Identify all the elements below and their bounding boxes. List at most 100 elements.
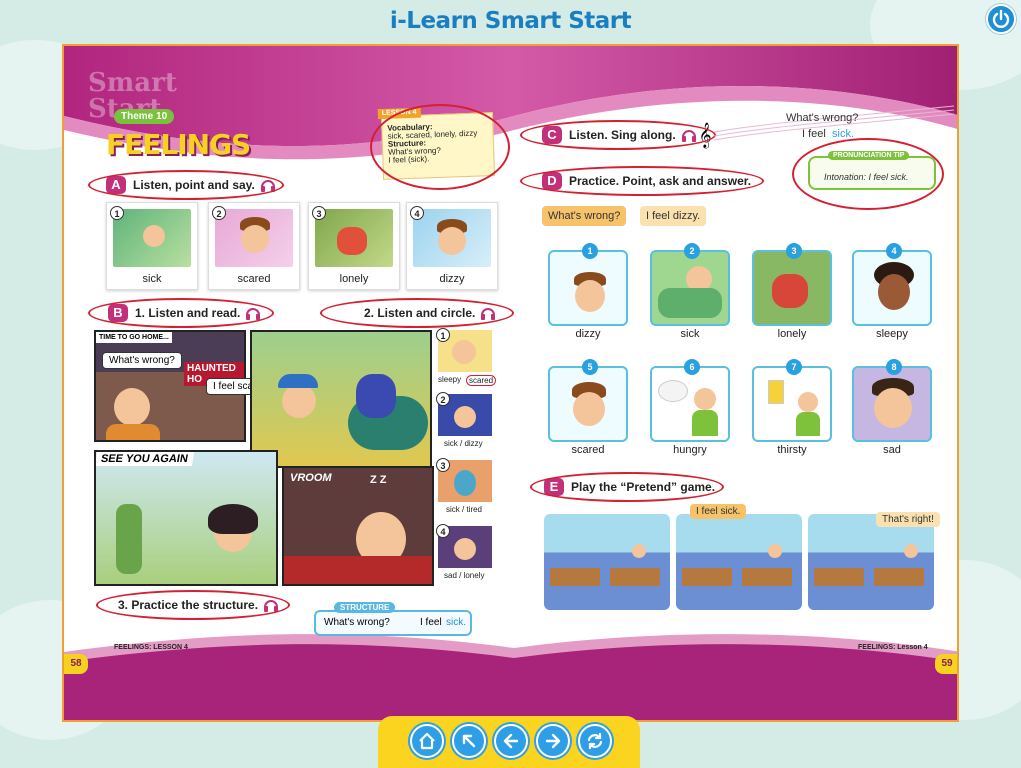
game-scene-3[interactable]: [808, 514, 934, 610]
highlight-ring: [370, 104, 510, 190]
bottom-banner: [64, 634, 957, 720]
card-number: 5: [582, 359, 598, 375]
arrow-left-icon: [503, 733, 519, 749]
highlight-ring: [88, 170, 284, 200]
boy-face: [282, 384, 316, 418]
right-footer: FEELINGS: Lesson 4: [858, 644, 928, 651]
card-number: 8: [886, 359, 902, 375]
desk: [682, 568, 732, 586]
circle-item-3[interactable]: 3 sick / tired: [436, 458, 496, 518]
boy-cap: [278, 374, 318, 388]
feeling-card-hungry[interactable]: 6: [650, 359, 730, 442]
boy-shirt: [692, 410, 718, 436]
desk: [550, 568, 600, 586]
vocab-card-scared[interactable]: 2 scared: [208, 202, 300, 290]
game-bubble-2: That's right!: [876, 512, 940, 527]
item-number: 1: [436, 328, 450, 342]
boy-figure: [116, 504, 142, 574]
card-caption: lonely: [777, 328, 807, 340]
card-number: 4: [886, 243, 902, 259]
boy-face: [798, 392, 818, 412]
circle-item-4[interactable]: 4 sad / lonely: [436, 524, 496, 584]
boy-face: [454, 406, 476, 428]
vocab-card-sick[interactable]: 1 sick: [106, 202, 198, 290]
feeling-card-sick[interactable]: 2: [650, 243, 730, 326]
boy-face: [241, 225, 269, 253]
power-button[interactable]: [986, 4, 1016, 34]
item-number: 3: [436, 458, 450, 472]
theme-badge: Theme 10: [114, 109, 175, 124]
boy-face: [874, 388, 912, 428]
structure-question: What's wrong?: [324, 617, 390, 628]
vocab-word: sick: [142, 273, 162, 285]
vocab-card-lonely[interactable]: 3 lonely: [308, 202, 400, 290]
feeling-card-lonely[interactable]: 3: [752, 243, 832, 326]
option-sleepy[interactable]: sleepy: [438, 375, 461, 384]
power-icon: [992, 9, 1010, 28]
card-caption: thirsty: [777, 444, 807, 456]
comic-panel-2[interactable]: [250, 330, 432, 468]
child-face: [768, 544, 782, 558]
structure-answer-word: sick.: [446, 617, 466, 628]
circle-item-2[interactable]: 2 sick / dizzy: [436, 392, 496, 452]
boy-face: [575, 280, 605, 312]
home-icon: [419, 732, 435, 750]
game-scene-1[interactable]: [544, 514, 670, 610]
boy-face: [694, 388, 716, 410]
boy-face: [878, 274, 910, 310]
refresh-icon: [587, 732, 603, 750]
card-number: 3: [786, 243, 802, 259]
answer-bubble: I feel dizzy.: [640, 206, 707, 226]
feeling-card-scared[interactable]: 5: [548, 359, 628, 442]
previous-page-button[interactable]: [494, 724, 528, 758]
back-to-menu-button[interactable]: [452, 724, 486, 758]
vocab-card-dizzy[interactable]: 4 dizzy: [406, 202, 498, 290]
item-number: 4: [436, 524, 450, 538]
item-options: sick / dizzy: [444, 439, 483, 448]
vocab-word: lonely: [339, 273, 369, 285]
desk: [874, 568, 924, 586]
sleep-z: Z Z: [370, 474, 387, 486]
game-scene-2[interactable]: [676, 514, 802, 610]
card-number: 1: [582, 243, 598, 259]
feeling-card-thirsty[interactable]: 7: [752, 359, 832, 442]
page-number-right: 59: [935, 654, 957, 674]
card-number: 2: [684, 243, 700, 259]
home-button[interactable]: [410, 724, 444, 758]
vocab-word: dizzy: [439, 273, 465, 285]
comic-panel-3[interactable]: SEE YOU AGAIN: [94, 450, 278, 586]
structure-tag: STRUCTURE: [334, 602, 396, 613]
card-number: 7: [786, 359, 802, 375]
highlight-ring: [88, 298, 274, 328]
thought-bubble: [658, 380, 688, 402]
song-line-2-prefix: I feel: [802, 128, 826, 140]
highlight-ring: [320, 298, 514, 328]
feeling-card-dizzy[interactable]: 1: [548, 243, 628, 326]
girl-hair: [208, 504, 258, 534]
feeling-card-sleepy[interactable]: 4: [852, 243, 932, 326]
comic-panel-4[interactable]: VROOM Z Z: [282, 466, 434, 586]
card-caption: sick: [680, 328, 700, 340]
unit-heading: FEELINGS: [106, 128, 251, 161]
structure-box: STRUCTURE What's wrong? I feel sick.: [314, 602, 472, 636]
desk: [814, 568, 864, 586]
feeling-card-sad[interactable]: 8: [852, 359, 932, 442]
speech-bubble-question: What's wrong?: [102, 352, 182, 369]
monster-face: [454, 470, 476, 496]
option-scared[interactable]: scared: [466, 375, 497, 386]
vroom-text: VROOM: [290, 472, 332, 484]
item-number: 2: [212, 206, 226, 220]
boy-figure: [772, 274, 808, 308]
item-number: 2: [436, 392, 450, 406]
see-you-banner: SEE YOU AGAIN: [96, 452, 195, 466]
circle-item-1[interactable]: 1 sleepy scared: [436, 328, 497, 388]
refresh-button[interactable]: [578, 724, 612, 758]
card-number: 6: [684, 359, 700, 375]
arrow-up-left-icon: [462, 734, 476, 748]
card-caption: scared: [571, 444, 605, 456]
app-title: i-Learn Smart Start: [389, 8, 632, 34]
child-face: [632, 544, 646, 558]
girl-face: [454, 538, 476, 560]
next-page-button[interactable]: [536, 724, 570, 758]
child-face: [904, 544, 918, 558]
